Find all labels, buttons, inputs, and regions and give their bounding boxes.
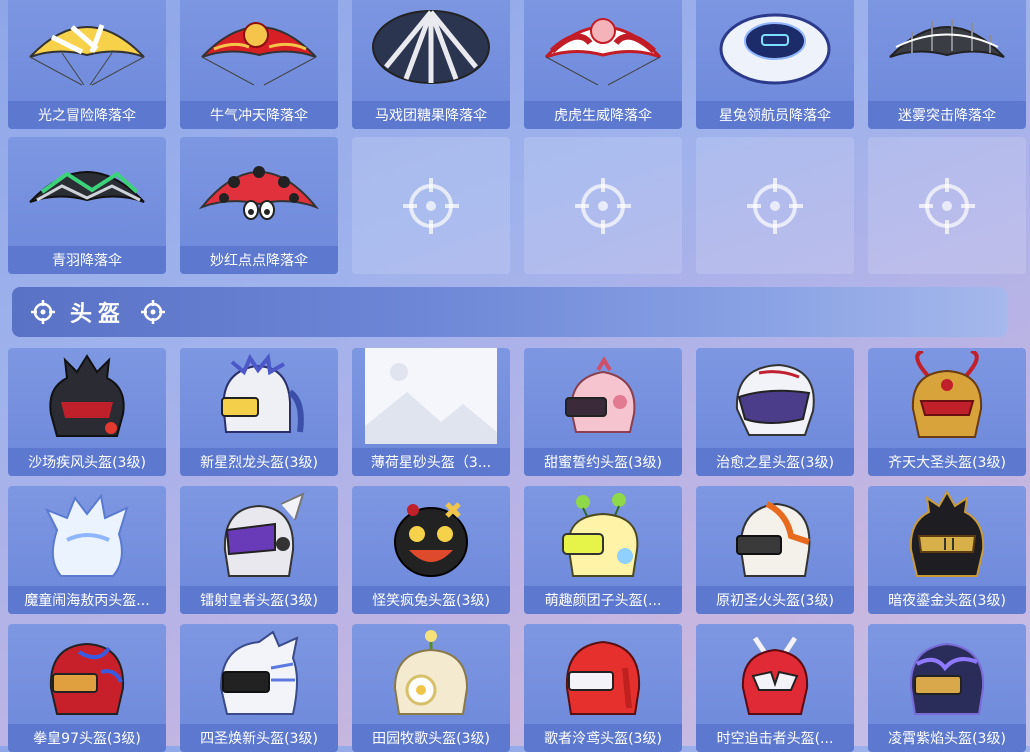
helmet-card[interactable]: 甜蜜誓约头盔(3级) xyxy=(524,348,682,476)
parachute-tiger-icon xyxy=(544,17,662,85)
crosshair-icon xyxy=(747,177,803,234)
parachute-card[interactable]: 星兔领航员降落伞 xyxy=(696,0,854,129)
helmet-card[interactable]: 田园牧歌头盔(3级) xyxy=(352,624,510,752)
helmet-singer-icon xyxy=(565,640,641,715)
helmet-card[interactable]: 治愈之星头盔(3级) xyxy=(696,348,854,476)
helmet-card[interactable]: 四圣焕新头盔(3级) xyxy=(180,624,338,752)
parachute-striped-icon xyxy=(372,9,490,84)
helmet-card[interactable]: 凌霄紫焰头盔(3级) xyxy=(868,624,1026,752)
parachute-label: 迷雾突击降落伞 xyxy=(868,101,1026,129)
parachute-card[interactable]: 妙红点点降落伞 xyxy=(180,137,338,274)
parachute-card[interactable]: 虎虎生威降落伞 xyxy=(524,0,682,129)
helmet-card[interactable]: 萌趣颜团子头盔(... xyxy=(524,486,682,614)
crosshair-icon xyxy=(30,299,56,325)
crosshair-icon xyxy=(403,177,459,234)
parachute-card[interactable]: 牛气冲天降落伞 xyxy=(180,0,338,129)
crosshair-icon xyxy=(140,299,166,325)
helmet-label: 怪笑疯兔头盔(3级) xyxy=(352,586,510,614)
crosshair-icon xyxy=(575,177,631,234)
helmet-label: 时空追击者头盔(... xyxy=(696,724,854,752)
helmet-label: 镭射皇者头盔(3级) xyxy=(180,586,338,614)
helmet-label: 原初圣火头盔(3级) xyxy=(696,586,854,614)
empty-slot xyxy=(868,137,1026,274)
helmet-label: 田园牧歌头盔(3级) xyxy=(352,724,510,752)
helmet-label: 凌霄紫焰头盔(3级) xyxy=(868,724,1026,752)
helmet-card[interactable]: 齐天大圣头盔(3级) xyxy=(868,348,1026,476)
helmet-flame-icon xyxy=(736,501,811,577)
helmet-card[interactable]: 歌者泠鸢头盔(3级) xyxy=(524,624,682,752)
helmet-red-black-icon xyxy=(49,354,125,437)
helmet-pink-icon xyxy=(565,356,636,433)
helmet-card[interactable]: 新星烈龙头盔(3级) xyxy=(180,348,338,476)
helmet-label: 甜蜜誓约头盔(3级) xyxy=(524,448,682,476)
parachute-grid: 光之冒险降落伞 牛气冲天降落伞 马戏团糖果降落伞 虎虎生威降落伞 星兔领航员降落… xyxy=(8,0,1030,274)
parachute-label: 马戏团糖果降落伞 xyxy=(352,101,510,129)
image-placeholder-icon xyxy=(365,348,497,444)
empty-slot xyxy=(352,137,510,274)
helmet-card[interactable]: 镭射皇者头盔(3级) xyxy=(180,486,338,614)
helmet-label: 薄荷星砂头盔（3... xyxy=(352,448,510,476)
helmet-monkey-king-icon xyxy=(911,351,983,438)
parachute-card[interactable]: 光之冒险降落伞 xyxy=(8,0,166,129)
parachute-red-gold-icon xyxy=(201,21,317,85)
parachute-yellow-icon xyxy=(29,23,145,85)
helmet-card[interactable]: 原初圣火头盔(3级) xyxy=(696,486,854,614)
helmet-label: 暗夜鎏金头盔(3级) xyxy=(868,586,1026,614)
empty-slot xyxy=(524,137,682,274)
helmet-flower-icon xyxy=(393,630,469,715)
helmet-label: 歌者泠鸢头盔(3级) xyxy=(524,724,682,752)
helmet-ice-icon xyxy=(44,493,129,577)
helmet-label: 治愈之星头盔(3级) xyxy=(696,448,854,476)
parachute-label: 虎虎生威降落伞 xyxy=(524,101,682,129)
parachute-label: 光之冒险降落伞 xyxy=(8,101,166,129)
helmet-card[interactable]: 沙场疾风头盔(3级) xyxy=(8,348,166,476)
parachute-ladybug-icon xyxy=(198,165,320,220)
parachute-green-feather-icon xyxy=(29,170,145,203)
helmet-mecha-icon xyxy=(741,636,809,715)
helmet-card[interactable]: 时空追击者头盔(... xyxy=(696,624,854,752)
helmet-label: 萌趣颜团子头盔(... xyxy=(524,586,682,614)
parachute-rabbit-icon xyxy=(719,13,831,84)
helmet-white-tiger-icon xyxy=(219,630,299,715)
helmet-label: 魔童闹海敖丙头盔... xyxy=(8,586,166,614)
section-title: 头盔 xyxy=(70,302,127,327)
helmet-grid: 沙场疾风头盔(3级) 新星烈龙头盔(3级) 薄荷星砂头盔（3... 甜蜜誓约头盔… xyxy=(8,348,1030,752)
helmet-label: 新星烈龙头盔(3级) xyxy=(180,448,338,476)
helmet-label: 沙场疾风头盔(3级) xyxy=(8,448,166,476)
helmet-card[interactable]: 薄荷星砂头盔（3... xyxy=(352,348,510,476)
helmet-kof-icon xyxy=(49,642,125,715)
helmet-card[interactable]: 拳皇97头盔(3级) xyxy=(8,624,166,752)
parachute-label: 牛气冲天降落伞 xyxy=(180,101,338,129)
helmet-dango-icon xyxy=(562,493,639,577)
helmet-card[interactable]: 暗夜鎏金头盔(3级) xyxy=(868,486,1026,614)
helmet-label: 拳皇97头盔(3级) xyxy=(8,724,166,752)
helmet-label: 齐天大圣头盔(3级) xyxy=(868,448,1026,476)
helmet-card[interactable]: 怪笑疯兔头盔(3级) xyxy=(352,486,510,614)
helmet-white-purple-icon xyxy=(735,363,815,436)
parachute-label: 青羽降落伞 xyxy=(8,246,166,274)
parachute-label: 妙红点点降落伞 xyxy=(180,246,338,274)
parachute-card[interactable]: 青羽降落伞 xyxy=(8,137,166,274)
helmet-dragon-icon xyxy=(221,353,304,433)
section-header-helmet: 头盔 xyxy=(12,287,1007,337)
helmet-purple-flame-icon xyxy=(909,642,985,715)
parachute-label: 星兔领航员降落伞 xyxy=(696,101,854,129)
parachute-card[interactable]: 马戏团糖果降落伞 xyxy=(352,0,510,129)
helmet-black-gold-icon xyxy=(909,490,985,577)
helmet-crazy-rabbit-icon xyxy=(394,502,468,577)
helmet-laser-icon xyxy=(223,492,305,577)
empty-slot xyxy=(696,137,854,274)
helmet-card[interactable]: 魔童闹海敖丙头盔... xyxy=(8,486,166,614)
helmet-label: 四圣焕新头盔(3级) xyxy=(180,724,338,752)
parachute-card[interactable]: 迷雾突击降落伞 xyxy=(868,0,1026,129)
crosshair-icon xyxy=(919,177,975,234)
parachute-grey-icon xyxy=(889,18,1005,58)
